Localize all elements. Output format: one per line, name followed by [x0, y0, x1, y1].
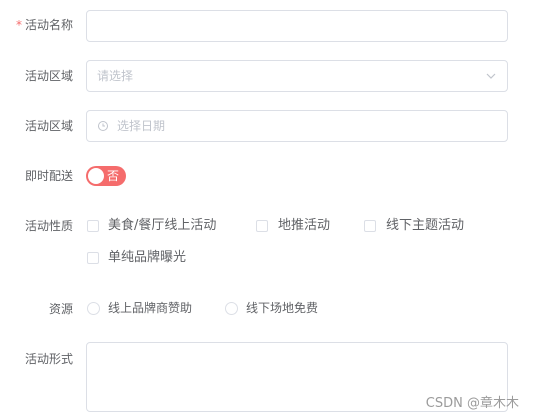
- chevron-down-icon: [486, 73, 496, 79]
- watermark: CSDN @章木木: [425, 396, 519, 411]
- delivery-label: 即时配送: [24, 169, 73, 183]
- switch-text: 否: [107, 169, 120, 183]
- clock-icon: [98, 121, 108, 131]
- form-desc-label: 活动形式: [24, 352, 73, 366]
- date-picker[interactable]: 选择日期: [86, 110, 508, 142]
- region-select[interactable]: 请选择: [86, 60, 508, 92]
- resource-label: 资源: [48, 302, 73, 316]
- date-label: 活动区域: [24, 119, 73, 133]
- name-label-text: 活动名称: [24, 18, 73, 32]
- region-label: 活动区域: [24, 69, 73, 83]
- region-select-placeholder: 请选择: [97, 69, 134, 83]
- radio-label: 线上品牌商赞助: [108, 301, 193, 315]
- switch-knob: [88, 168, 104, 184]
- checkbox[interactable]: [87, 252, 99, 264]
- checkbox[interactable]: [364, 220, 376, 232]
- checkbox-label: 地推活动: [278, 218, 331, 233]
- radio[interactable]: [225, 302, 238, 315]
- required-mark: *: [15, 18, 22, 32]
- checkbox-label: 单纯品牌曝光: [108, 250, 187, 265]
- date-picker-placeholder: 选择日期: [117, 119, 166, 133]
- checkbox-label: 线下主题活动: [386, 218, 465, 233]
- nature-label: 活动性质: [24, 219, 73, 233]
- checkbox-label: 美食/餐厅线上活动: [108, 218, 217, 233]
- name-label: * 活动名称: [16, 17, 73, 33]
- checkbox[interactable]: [256, 220, 268, 232]
- delivery-switch[interactable]: 否: [86, 166, 126, 186]
- radio[interactable]: [87, 302, 100, 315]
- name-input[interactable]: [86, 10, 508, 42]
- radio-label: 线下场地免费: [246, 301, 319, 315]
- checkbox[interactable]: [87, 220, 99, 232]
